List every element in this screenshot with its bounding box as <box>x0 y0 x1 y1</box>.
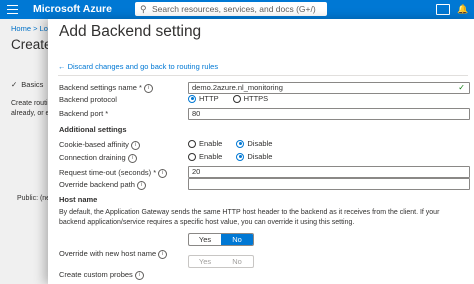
host-toggle[interactable]: Yes No <box>188 233 254 246</box>
radio-draining-disable[interactable] <box>236 152 245 161</box>
host-name-description: By default, the Application Gateway send… <box>59 209 440 226</box>
radio-draining-enable[interactable] <box>188 152 196 161</box>
brand-title[interactable]: Microsoft Azure <box>33 3 112 15</box>
radio-enable-label: Enable <box>199 139 223 148</box>
discard-changes-link[interactable]: ← Discard changes and go back to routing… <box>58 62 218 71</box>
override-host-toggle[interactable]: Yes No <box>188 255 254 268</box>
override-toggle-no[interactable]: No <box>221 256 253 267</box>
search-icon: ⚲ <box>140 4 147 14</box>
override-path-input[interactable] <box>188 178 470 190</box>
radio-affinity-disable[interactable] <box>236 139 245 148</box>
host-name-heading: Host name <box>59 195 98 204</box>
port-input[interactable]: 80 <box>188 108 470 120</box>
override-host-label: Override with new host name i <box>59 249 168 259</box>
info-icon[interactable]: i <box>127 153 137 163</box>
radio-http[interactable] <box>188 94 196 103</box>
search-input[interactable]: ⚲ Search resources, services, and docs (… <box>135 2 327 16</box>
host-toggle-yes[interactable]: Yes <box>189 234 221 245</box>
protocol-radio-group: HTTP HTTPS <box>188 94 282 103</box>
protocol-label: Backend protocol <box>59 95 117 104</box>
custom-probes-label: Create custom probes i <box>59 270 144 280</box>
panel-title: Add Backend setting <box>59 23 202 40</box>
azure-top-bar: Microsoft Azure ⚲ Search resources, serv… <box>0 0 474 19</box>
additional-settings-heading: Additional settings <box>59 125 127 134</box>
port-label: Backend port * <box>59 109 109 118</box>
cloud-shell-icon[interactable] <box>436 4 450 15</box>
override-toggle-yes[interactable]: Yes <box>189 256 221 267</box>
radio-enable-label: Enable <box>199 152 223 161</box>
radio-affinity-enable[interactable] <box>188 139 196 148</box>
affinity-radio-group: Enable Disable <box>188 139 286 148</box>
timeout-label: Request time-out (seconds) * i <box>59 168 168 178</box>
info-icon[interactable]: i <box>143 83 153 93</box>
override-path-label: Override backend path i <box>59 180 146 190</box>
info-icon[interactable]: i <box>136 180 146 190</box>
notifications-icon[interactable]: 🔔 <box>456 4 470 15</box>
info-icon[interactable]: i <box>134 270 144 280</box>
draining-label: Connection draining i <box>59 153 137 163</box>
radio-http-label: HTTP <box>199 94 219 103</box>
radio-disable-label: Disable <box>247 152 273 161</box>
radio-https-label: HTTPS <box>243 94 269 103</box>
host-toggle-no[interactable]: No <box>221 234 253 245</box>
info-icon[interactable]: i <box>158 168 168 178</box>
affinity-label: Cookie-based affinity i <box>59 140 140 150</box>
settings-name-input[interactable]: demo.2azure.nl_monitoring ✓ <box>188 82 470 94</box>
settings-name-value: demo.2azure.nl_monitoring <box>192 83 283 92</box>
info-icon[interactable]: i <box>130 140 140 150</box>
timeout-input[interactable]: 20 <box>188 166 470 178</box>
settings-name-label: Backend settings name * i <box>59 83 153 93</box>
draining-radio-group: Enable Disable <box>188 152 286 161</box>
radio-disable-label: Disable <box>247 139 273 148</box>
overlay-shade <box>0 19 48 284</box>
topbar-icons: 🔔 <box>436 0 474 19</box>
divider <box>58 75 468 76</box>
radio-https[interactable] <box>232 94 241 103</box>
info-icon[interactable]: i <box>158 249 168 259</box>
add-backend-setting-panel: Add Backend setting ← Discard changes an… <box>48 19 474 284</box>
hamburger-menu-icon[interactable] <box>7 5 18 14</box>
search-placeholder: Search resources, services, and docs (G+… <box>152 4 316 14</box>
valid-check-icon: ✓ <box>458 83 465 92</box>
